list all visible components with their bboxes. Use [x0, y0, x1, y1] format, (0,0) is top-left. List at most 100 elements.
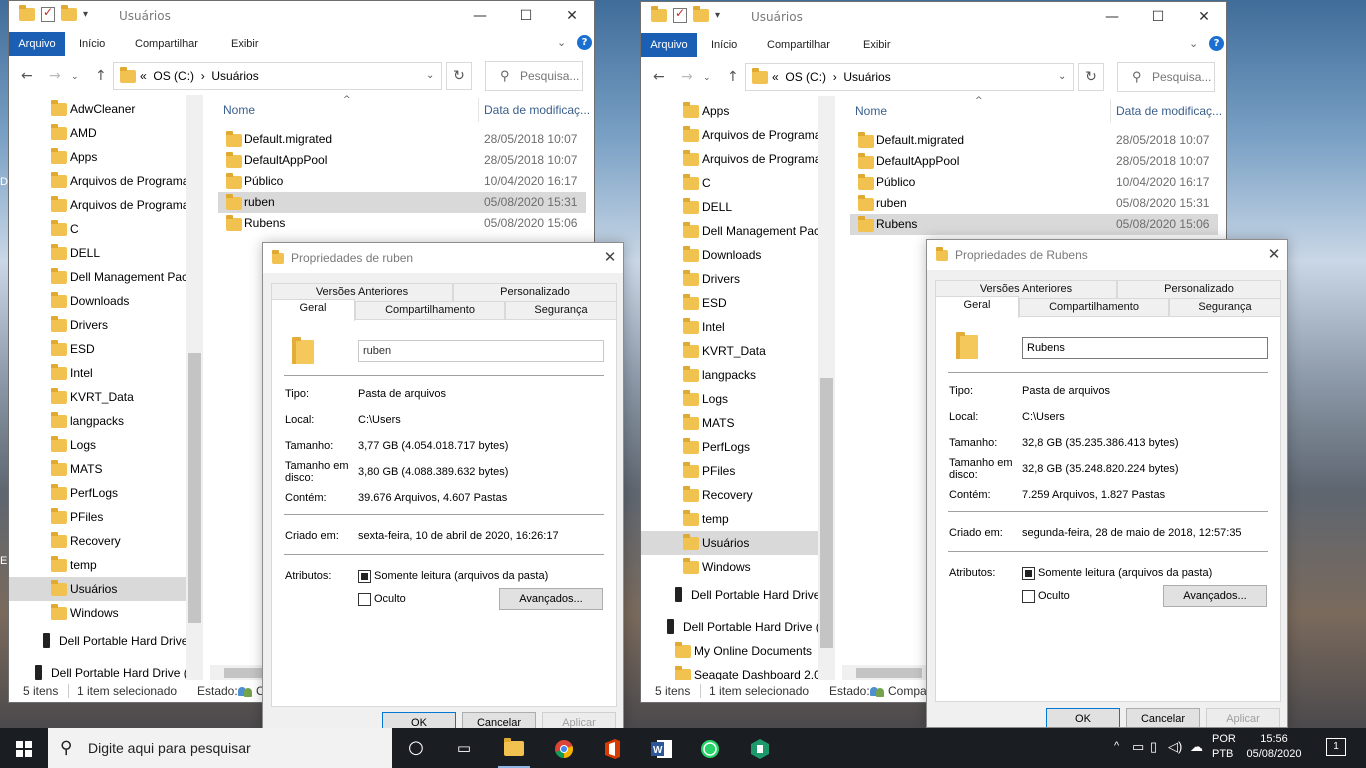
breadcrumb-separator[interactable]: ›: [201, 69, 205, 83]
file-explorer-icon[interactable]: [490, 728, 538, 768]
tab-view[interactable]: Exibir: [855, 33, 899, 57]
nav-item[interactable]: Arquivos de Programa: [641, 123, 818, 147]
word-icon[interactable]: W: [638, 728, 686, 768]
tab-share[interactable]: Compartilhar: [759, 33, 838, 57]
minimize-button[interactable]: —: [1089, 2, 1135, 32]
tab-security[interactable]: Segurança: [1169, 298, 1281, 316]
file-row[interactable]: Rubens 05/08/2020 15:06: [850, 214, 1218, 235]
address-bar[interactable]: « OS (C:) › Usuários ⌄: [745, 63, 1074, 91]
hidden-label[interactable]: Oculto: [374, 593, 406, 605]
new-folder-icon[interactable]: [693, 6, 709, 22]
file-row[interactable]: Público 10/04/2020 16:17: [218, 171, 586, 192]
chevron-down-icon[interactable]: ▾: [715, 10, 720, 21]
tab-file[interactable]: Arquivo: [641, 33, 697, 57]
nav-item[interactable]: temp: [9, 553, 186, 577]
nav-item[interactable]: langpacks: [9, 409, 186, 433]
folder-name-field[interactable]: Rubens: [1022, 337, 1268, 359]
start-button[interactable]: [0, 728, 48, 768]
back-arrow-icon[interactable]: ←: [653, 69, 665, 85]
cancel-button[interactable]: Cancelar: [1126, 708, 1200, 727]
column-date[interactable]: Data de modificaç...: [1116, 96, 1222, 126]
scrollbar-thumb[interactable]: [188, 353, 201, 623]
nav-scrollbar[interactable]: [186, 95, 203, 680]
cortana-icon[interactable]: ○: [392, 728, 440, 768]
tab-home[interactable]: Início: [71, 32, 113, 56]
tab-share[interactable]: Compartilhar: [127, 32, 206, 56]
maximize-button[interactable]: ☐: [503, 1, 549, 31]
tab-security[interactable]: Segurança: [505, 301, 617, 319]
dialog-title-bar[interactable]: Propriedades de ruben ✕: [263, 243, 623, 273]
nav-item[interactable]: PFiles: [9, 505, 186, 529]
nav-drive[interactable]: Dell Portable Hard Drive (: [9, 661, 186, 680]
ok-button[interactable]: OK: [1046, 708, 1120, 727]
breadcrumb-overflow[interactable]: «: [772, 70, 779, 84]
forward-arrow-icon[interactable]: →: [49, 68, 61, 84]
tab-file[interactable]: Arquivo: [9, 32, 65, 56]
nav-item[interactable]: Logs: [641, 387, 818, 411]
kaspersky-icon[interactable]: [736, 728, 784, 768]
file-row[interactable]: DefaultAppPool 28/05/2018 10:07: [850, 151, 1218, 172]
address-bar[interactable]: « OS (C:) › Usuários ⌄: [113, 62, 442, 90]
nav-item[interactable]: DELL: [9, 241, 186, 265]
nav-item[interactable]: Recovery: [641, 483, 818, 507]
breadcrumb-drive[interactable]: OS (C:): [785, 70, 826, 84]
breadcrumb-drive[interactable]: OS (C:): [153, 69, 194, 83]
nav-item[interactable]: Windows: [9, 601, 186, 625]
minimize-button[interactable]: —: [457, 1, 503, 31]
chevron-down-icon[interactable]: ▾: [83, 9, 88, 20]
task-view-icon[interactable]: ▭: [440, 728, 488, 768]
column-name[interactable]: Nome: [855, 96, 887, 126]
chevron-down-icon[interactable]: ⌄: [426, 63, 434, 89]
nav-drive[interactable]: Dell Portable Hard Drive (: [641, 615, 818, 639]
help-icon[interactable]: ?: [577, 35, 592, 50]
readonly-label[interactable]: Somente leitura (arquivos da pasta): [374, 570, 548, 582]
tab-sharing[interactable]: Compartilhamento: [355, 301, 505, 319]
nav-item[interactable]: Dell Management Pac: [9, 265, 186, 289]
nav-item[interactable]: Recovery: [9, 529, 186, 553]
nav-drive[interactable]: Dell Portable Hard Drive: [9, 629, 186, 653]
column-divider[interactable]: [1110, 99, 1111, 123]
network-icon[interactable]: ▭: [1132, 739, 1144, 755]
chevron-up-icon[interactable]: ^: [1114, 740, 1119, 752]
chrome-icon[interactable]: [540, 728, 588, 768]
nav-item[interactable]: Arquivos de Programa: [641, 147, 818, 171]
nav-item[interactable]: Arquivos de Programa: [9, 169, 186, 193]
tab-customize[interactable]: Personalizado: [453, 283, 617, 301]
file-row[interactable]: Default.migrated 28/05/2018 10:07: [850, 130, 1218, 151]
readonly-checkbox[interactable]: [358, 570, 371, 583]
breadcrumb[interactable]: « OS (C:) › Usuários: [140, 63, 259, 89]
search-input[interactable]: ⚲ Pesquisa...: [485, 61, 583, 91]
refresh-icon[interactable]: ↻: [446, 62, 472, 90]
nav-item[interactable]: langpacks: [641, 363, 818, 387]
nav-drive[interactable]: Dell Portable Hard Drive: [641, 583, 818, 607]
horizontal-scrollbar[interactable]: [210, 665, 266, 681]
dialog-title-bar[interactable]: Propriedades de Rubens ✕: [927, 240, 1287, 270]
notifications-button[interactable]: 1: [1326, 738, 1346, 756]
close-icon[interactable]: ✕: [595, 243, 623, 273]
hidden-checkbox[interactable]: [358, 593, 371, 606]
tab-view[interactable]: Exibir: [223, 32, 267, 56]
title-bar[interactable]: ▾ Usuários — ☐ ✕: [641, 2, 1226, 32]
file-row[interactable]: ruben 05/08/2020 15:31: [850, 193, 1218, 214]
tab-customize[interactable]: Personalizado: [1117, 280, 1281, 298]
readonly-checkbox[interactable]: [1022, 567, 1035, 580]
nav-item[interactable]: temp: [641, 507, 818, 531]
nav-item[interactable]: PerfLogs: [641, 435, 818, 459]
nav-item[interactable]: Drivers: [641, 267, 818, 291]
hidden-checkbox[interactable]: [1022, 590, 1035, 603]
nav-item[interactable]: KVRT_Data: [641, 339, 818, 363]
advanced-button[interactable]: Avançados...: [1163, 585, 1267, 607]
nav-item[interactable]: Windows: [641, 555, 818, 579]
search-input[interactable]: ⚲ Pesquisa...: [1117, 62, 1215, 92]
nav-item[interactable]: C: [641, 171, 818, 195]
file-row[interactable]: DefaultAppPool 28/05/2018 10:07: [218, 150, 586, 171]
file-row[interactable]: Rubens 05/08/2020 15:06: [218, 213, 586, 234]
nav-item[interactable]: Intel: [641, 315, 818, 339]
nav-item[interactable]: Dell Management Pac: [641, 219, 818, 243]
nav-scrollbar[interactable]: [818, 96, 835, 680]
column-name[interactable]: Nome: [223, 95, 255, 125]
nav-item[interactable]: Usuários: [641, 531, 818, 555]
file-row[interactable]: Default.migrated 28/05/2018 10:07: [218, 129, 586, 150]
nav-item[interactable]: My Online Documents: [641, 639, 818, 663]
battery-icon[interactable]: ▯: [1150, 739, 1157, 755]
